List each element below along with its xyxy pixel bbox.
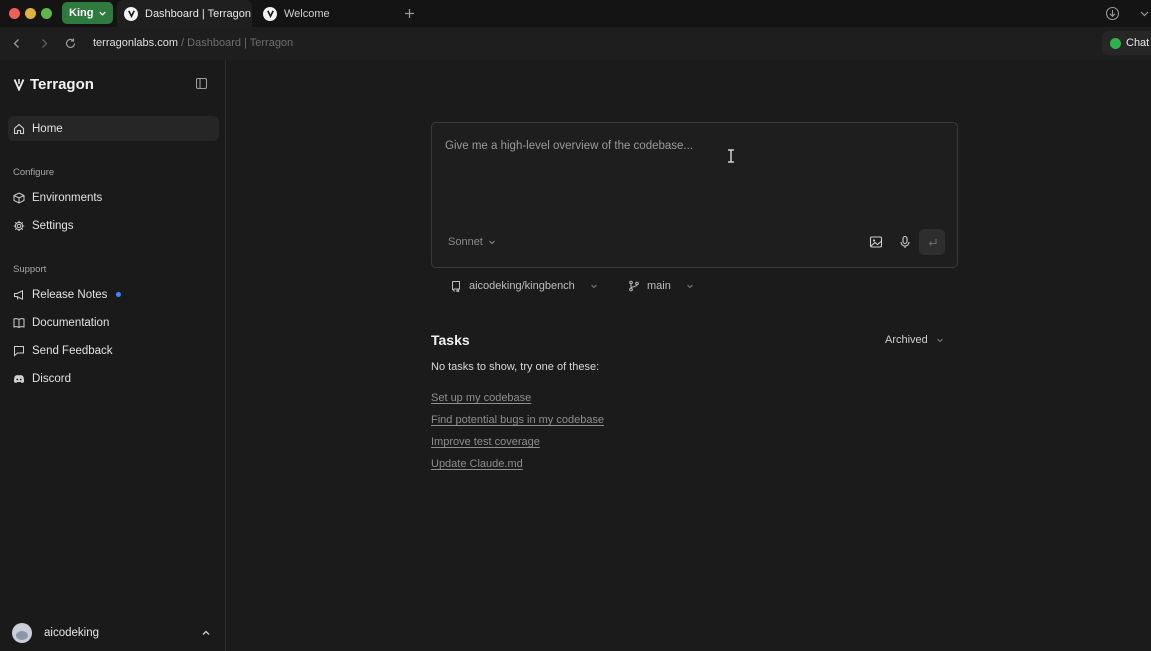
chevron-down-icon	[686, 284, 693, 289]
tab-welcome[interactable]: Welcome	[256, 0, 396, 27]
terragon-favicon-icon	[124, 6, 138, 21]
url-field[interactable]: terragonlabs.com / Dashboard | Terragon	[93, 37, 293, 49]
suggestion-link[interactable]: Find potential bugs in my codebase	[431, 414, 604, 426]
address-bar: terragonlabs.com / Dashboard | Terragon …	[0, 27, 1151, 60]
tab-title: Welcome	[284, 7, 330, 20]
tab-dashboard[interactable]: Dashboard | Terragon	[117, 0, 252, 27]
section-support: Support	[13, 264, 47, 275]
discord-icon	[13, 374, 25, 383]
sidebar-item-label: Environments	[32, 191, 103, 204]
suggestion-link[interactable]: Update Claude.md	[431, 458, 523, 470]
browser-tab-strip: King Dashboard | Terragon Welcome	[0, 0, 1151, 27]
sidebar-item-environments[interactable]: Environments	[8, 185, 219, 210]
profile-switcher[interactable]: King	[62, 2, 113, 24]
user-name: aicodeking	[44, 627, 99, 639]
message-icon	[14, 345, 24, 357]
sidebar-item-label: Release Notes	[32, 288, 108, 301]
book-icon	[13, 317, 25, 328]
chat-button[interactable]: Chat	[1102, 31, 1151, 55]
home-icon	[13, 123, 25, 134]
suggestion-link[interactable]: Improve test coverage	[431, 436, 540, 448]
new-tab-plus-icon[interactable]	[402, 6, 417, 21]
back-arrow-icon[interactable]	[10, 37, 23, 50]
reload-icon[interactable]	[64, 37, 77, 50]
gear-icon	[13, 220, 25, 231]
sidebar-item-release-notes[interactable]: Release Notes	[8, 282, 219, 307]
sidebar-item-home[interactable]: Home	[8, 116, 219, 141]
user-menu[interactable]: aicodeking	[12, 623, 212, 643]
text-cursor-icon	[728, 149, 734, 163]
sidebar-item-label: Documentation	[32, 316, 110, 329]
enter-arrow-icon	[928, 238, 937, 246]
sidebar-toggle-icon[interactable]	[195, 77, 208, 90]
model-label: Sonnet	[448, 236, 483, 248]
prompt-composer: Give me a high-level overview of the cod…	[431, 122, 958, 268]
chevron-down-icon[interactable]	[1139, 8, 1150, 19]
suggestion-link[interactable]: Set up my codebase	[431, 392, 531, 404]
repo-icon	[452, 281, 460, 292]
tab-title: Dashboard | Terragon	[145, 7, 251, 20]
tasks-heading: Tasks	[431, 332, 470, 348]
sidebar-item-documentation[interactable]: Documentation	[8, 310, 219, 335]
megaphone-icon	[14, 289, 23, 300]
branch-select[interactable]: main	[628, 280, 694, 292]
empty-state-message: No tasks to show, try one of these:	[431, 361, 600, 373]
image-upload-icon[interactable]	[869, 235, 883, 249]
sidebar-item-label: Send Feedback	[32, 344, 113, 357]
close-window-button[interactable]	[9, 8, 20, 19]
chat-label: Chat	[1126, 37, 1150, 49]
send-button[interactable]	[919, 229, 945, 255]
url-domain: terragonlabs.com	[93, 37, 178, 49]
sidebar-item-label: Home	[32, 122, 63, 135]
filter-label: Archived	[885, 334, 928, 346]
sidebar: Terragon Home Configure Environments Set…	[0, 60, 226, 651]
chevron-down-icon	[488, 240, 495, 245]
chevron-down-icon	[99, 11, 107, 16]
sidebar-item-send-feedback[interactable]: Send Feedback	[8, 338, 219, 363]
model-select[interactable]: Sonnet	[448, 236, 496, 248]
maximize-window-button[interactable]	[41, 8, 52, 19]
chevron-down-icon	[936, 338, 943, 343]
new-badge-dot	[116, 292, 122, 297]
url-path: / Dashboard | Terragon	[178, 37, 294, 49]
minimize-window-button[interactable]	[25, 8, 36, 19]
chevron-up-icon	[202, 630, 210, 635]
brand-name: Terragon	[30, 76, 94, 93]
forward-arrow-icon[interactable]	[38, 37, 51, 50]
sidebar-item-label: Discord	[32, 372, 71, 385]
sidebar-item-settings[interactable]: Settings	[8, 213, 219, 238]
prompt-input[interactable]: Give me a high-level overview of the cod…	[445, 140, 693, 152]
download-icon[interactable]	[1105, 6, 1120, 21]
terragon-logo-icon	[13, 79, 25, 91]
git-branch-icon	[629, 280, 639, 292]
sidebar-item-discord[interactable]: Discord	[8, 366, 219, 391]
profile-label: King	[69, 7, 94, 19]
brand-logo[interactable]: Terragon	[13, 76, 94, 93]
repository-select[interactable]: aicodeking/kingbench	[450, 280, 598, 292]
avatar	[12, 623, 32, 643]
microphone-icon[interactable]	[898, 235, 912, 249]
environments-icon	[13, 191, 25, 204]
chat-bubble-icon	[1110, 37, 1121, 49]
archived-filter[interactable]: Archived	[885, 334, 944, 346]
repo-label: aicodeking/kingbench	[469, 280, 575, 292]
branch-label: main	[647, 280, 671, 292]
chevron-down-icon	[590, 284, 597, 289]
section-configure: Configure	[13, 167, 55, 178]
terragon-favicon-icon	[263, 6, 277, 21]
sidebar-item-label: Settings	[32, 219, 74, 232]
